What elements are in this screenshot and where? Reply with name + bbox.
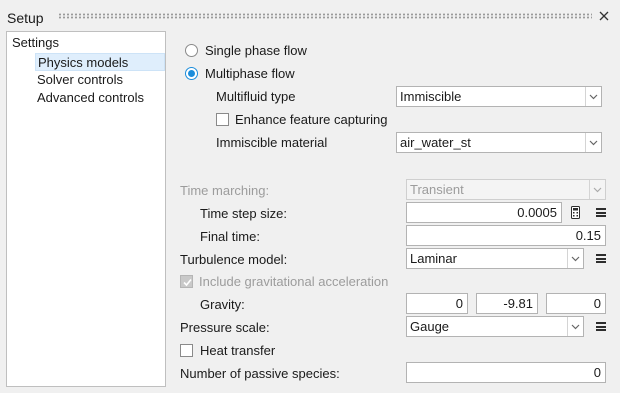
multiphase-radio[interactable]: [185, 67, 198, 80]
tree-item-solver-controls[interactable]: Solver controls: [35, 71, 165, 89]
passive-species-label: Number of passive species:: [180, 366, 340, 381]
calculator-icon[interactable]: [571, 206, 580, 219]
window-title: Setup: [7, 10, 44, 26]
tree-item-advanced-controls[interactable]: Advanced controls: [35, 89, 165, 107]
include-gravity-checkbox: [180, 275, 193, 288]
gravity-x-input[interactable]: 0: [406, 293, 468, 314]
time-marching-select: Transient: [406, 179, 606, 200]
multifluid-type-label: Multifluid type: [216, 89, 296, 104]
pressure-scale-value: Gauge: [410, 319, 450, 334]
heat-transfer-label[interactable]: Heat transfer: [200, 343, 275, 358]
multiphase-label[interactable]: Multiphase flow: [205, 66, 295, 81]
chevron-down-icon[interactable]: [585, 133, 601, 152]
include-gravity-label: Include gravitational acceleration: [199, 274, 389, 289]
final-time-input[interactable]: 0.15: [406, 225, 606, 246]
final-time-label: Final time:: [200, 229, 260, 244]
tree-root-settings[interactable]: Settings: [12, 34, 59, 52]
gravity-y-input[interactable]: -9.81: [476, 293, 538, 314]
close-icon[interactable]: [597, 9, 611, 23]
turbulence-model-value: Laminar: [410, 251, 457, 266]
immiscible-material-label: Immiscible material: [216, 135, 328, 150]
multifluid-type-value: Immiscible: [400, 89, 462, 104]
drag-handle[interactable]: [58, 13, 592, 19]
menu-icon[interactable]: [596, 322, 606, 331]
time-marching-value: Transient: [410, 182, 464, 197]
single-phase-radio[interactable]: [185, 44, 198, 57]
settings-tree: Settings Physics models Solver controls …: [6, 31, 166, 387]
menu-icon[interactable]: [596, 254, 606, 263]
chevron-down-icon[interactable]: [567, 249, 583, 268]
time-marching-label: Time marching:: [180, 183, 270, 198]
immiscible-material-value: air_water_st: [400, 135, 471, 150]
physics-models-panel: Single phase flow Multiphase flow Multif…: [172, 31, 612, 387]
turbulence-model-label: Turbulence model:: [180, 252, 288, 267]
heat-transfer-checkbox[interactable]: [180, 344, 193, 357]
tree-item-physics-models[interactable]: Physics models: [35, 53, 165, 71]
gravity-label: Gravity:: [200, 297, 245, 312]
chevron-down-icon[interactable]: [567, 317, 583, 336]
gravity-z-input[interactable]: 0: [546, 293, 606, 314]
title-bar: Setup: [0, 0, 620, 30]
pressure-scale-label: Pressure scale:: [180, 320, 270, 335]
menu-icon[interactable]: [596, 208, 606, 217]
time-step-label: Time step size:: [200, 206, 287, 221]
chevron-down-icon[interactable]: [585, 87, 601, 106]
immiscible-material-select[interactable]: air_water_st: [396, 132, 602, 153]
time-step-input[interactable]: 0.0005: [406, 202, 562, 223]
single-phase-label[interactable]: Single phase flow: [205, 43, 307, 58]
enhance-feature-label[interactable]: Enhance feature capturing: [235, 112, 388, 127]
pressure-scale-select[interactable]: Gauge: [406, 316, 584, 337]
enhance-feature-checkbox[interactable]: [216, 113, 229, 126]
turbulence-model-select[interactable]: Laminar: [406, 248, 584, 269]
chevron-down-icon: [589, 180, 605, 199]
multifluid-type-select[interactable]: Immiscible: [396, 86, 602, 107]
passive-species-input[interactable]: 0: [406, 362, 606, 383]
